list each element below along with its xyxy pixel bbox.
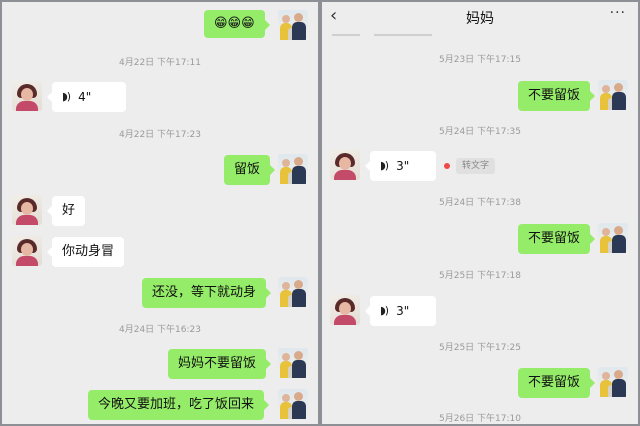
my-avatar[interactable] (598, 223, 628, 253)
chat-title: 妈妈 (466, 11, 494, 27)
voice-message-bubble[interactable]: ◗) 4" (47, 82, 126, 112)
message-bubble[interactable]: 不要留饭 (518, 81, 596, 111)
unread-dot (444, 163, 450, 169)
emoji-message-bubble[interactable]: 😁😁😁 (204, 10, 270, 38)
voice-wave-icon: ◗) (62, 90, 71, 103)
message-bubble[interactable]: 不要留饭 (518, 368, 596, 398)
mom-avatar[interactable] (330, 295, 360, 325)
mom-avatar[interactable] (12, 236, 42, 266)
message-timestamp: 5月24日 下午17:35 (439, 127, 521, 137)
voice-duration: 3" (396, 159, 410, 173)
voice-wave-icon: ◗) (380, 159, 389, 172)
message-timestamp: 4月22日 下午17:23 (119, 130, 201, 140)
voice-message-bubble[interactable]: ◗) 3" (365, 296, 436, 326)
message-bubble[interactable]: 好 (46, 196, 86, 226)
chat-panel-right: ‹ 妈妈 ··· 5月23日 下午17:15 不要留饭 5月24日 下午17:3… (322, 2, 638, 424)
message-timestamp: 5月23日 下午17:15 (439, 55, 521, 65)
message-bubble[interactable]: 你动身冒 (46, 237, 125, 267)
scrolled-content-edge (374, 34, 432, 36)
mom-avatar[interactable] (12, 81, 42, 111)
chat-header: ‹ 妈妈 ··· (322, 2, 638, 32)
voice-duration: 3" (396, 304, 410, 318)
my-avatar[interactable] (598, 80, 628, 110)
message-timestamp: 5月26日 下午17:10 (439, 414, 521, 424)
message-bubble[interactable]: 留饭 (224, 155, 276, 185)
voice-wave-icon: ◗) (380, 304, 389, 317)
message-timestamp: 4月22日 下午17:11 (119, 58, 201, 68)
scrolled-content-edge (332, 34, 360, 36)
chat-panel-left: 😁😁😁 4月22日 下午17:11 ◗) 4" 4月22日 下午17:23 留饭 … (2, 2, 318, 424)
message-bubble[interactable]: 妈妈不要留饭 (168, 349, 272, 379)
my-avatar[interactable] (278, 154, 308, 184)
message-bubble[interactable]: 还没，等下就动身 (142, 278, 272, 308)
message-bubble[interactable]: 今晚又要加班，吃了饭回来 (88, 390, 270, 420)
message-timestamp: 4月24日 下午16:23 (119, 325, 201, 335)
message-timestamp: 5月24日 下午17:38 (439, 198, 521, 208)
my-avatar[interactable] (278, 389, 308, 419)
voice-message-bubble[interactable]: ◗) 3" (365, 151, 436, 181)
message-timestamp: 5月25日 下午17:18 (439, 271, 521, 281)
my-avatar[interactable] (598, 367, 628, 397)
message-bubble[interactable]: 不要留饭 (518, 224, 596, 254)
mom-avatar[interactable] (12, 195, 42, 225)
voice-duration: 4" (78, 90, 92, 104)
more-icon[interactable]: ··· (610, 5, 626, 21)
my-avatar[interactable] (278, 10, 308, 40)
my-avatar[interactable] (278, 277, 308, 307)
my-avatar[interactable] (278, 348, 308, 378)
message-timestamp: 5月25日 下午17:25 (439, 343, 521, 353)
mom-avatar[interactable] (330, 150, 360, 180)
transcribe-button[interactable]: 转文字 (456, 158, 496, 174)
